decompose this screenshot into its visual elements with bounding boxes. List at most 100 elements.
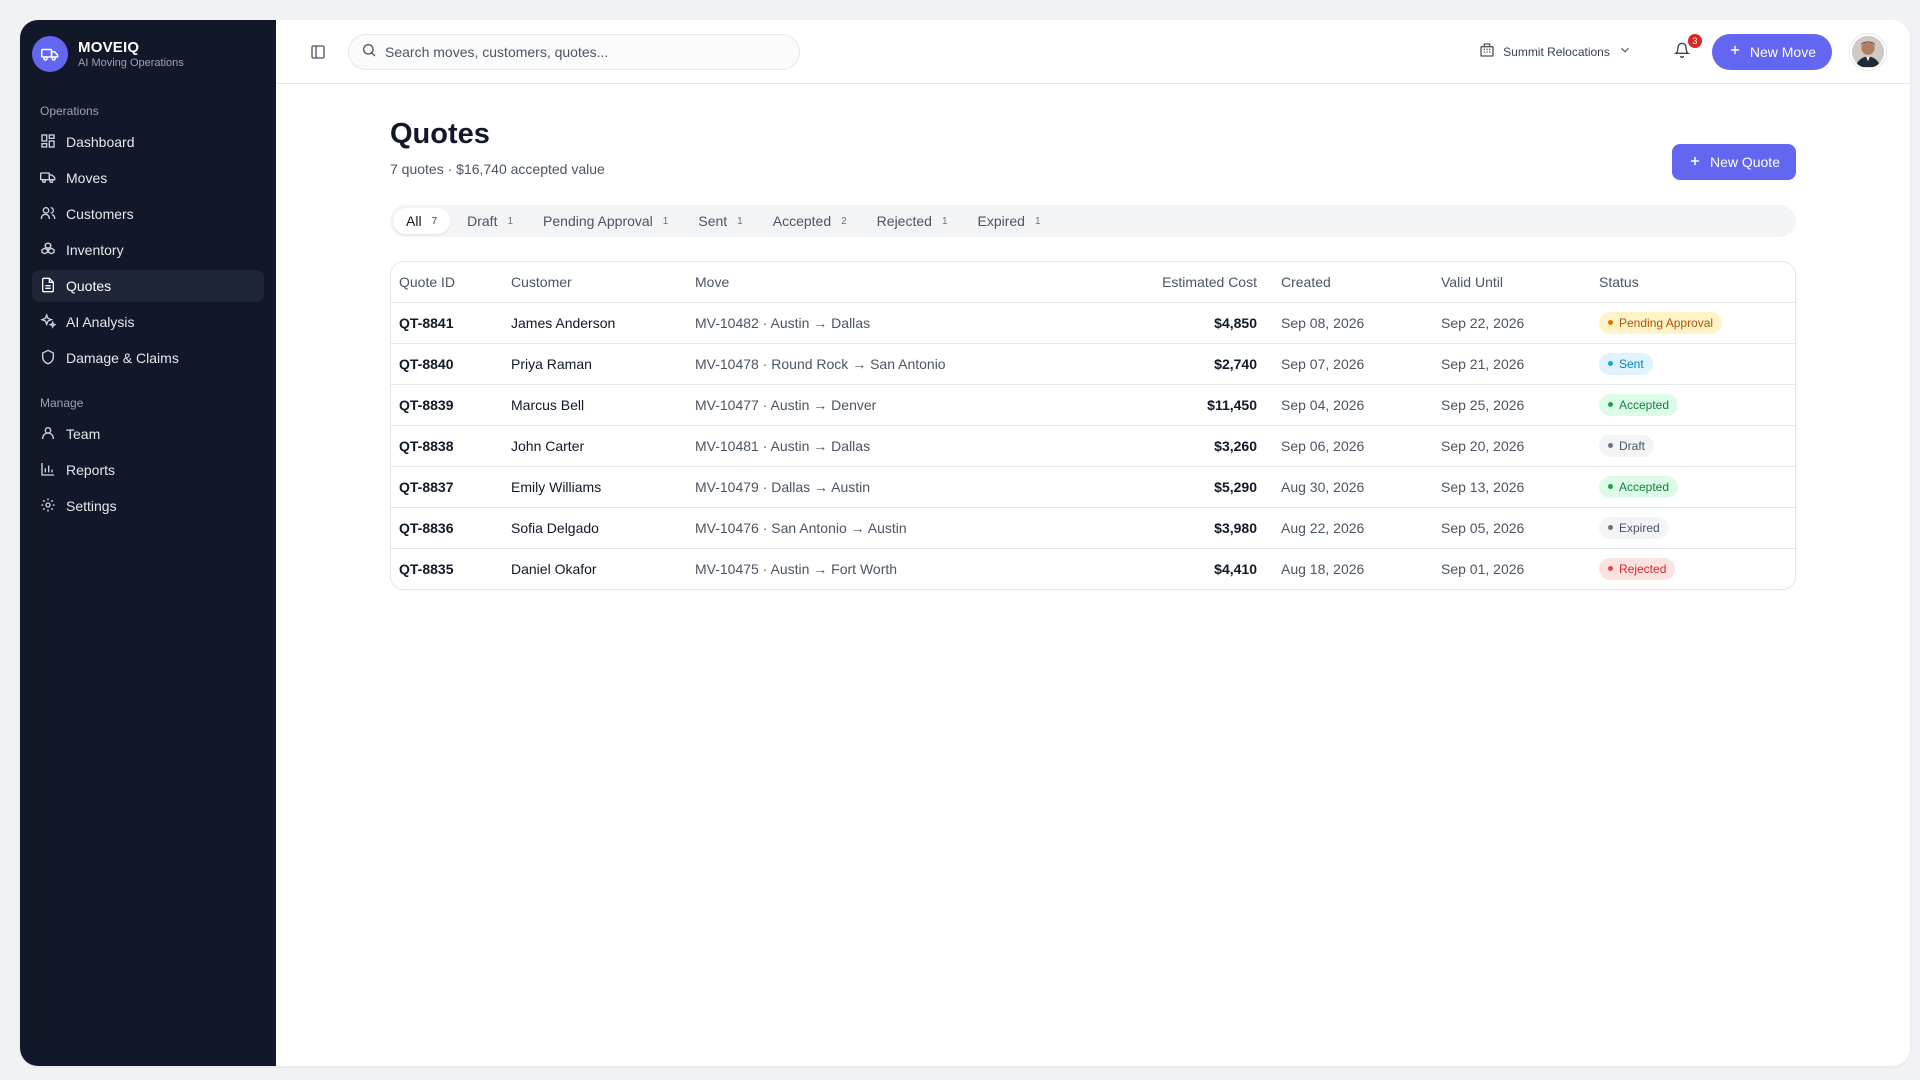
status-dot-icon (1608, 525, 1613, 530)
quote-id[interactable]: QT-8840 (391, 343, 503, 385)
quote-id[interactable]: QT-8837 (391, 466, 503, 508)
table-row[interactable]: QT-8837 Emily Williams MV-10479 · Dallas… (391, 466, 1795, 508)
status-cell: Draft (1591, 425, 1795, 467)
quotes-table-card: Quote ID Customer Move Estimated Cost Cr… (390, 261, 1796, 590)
sidebar-item-label: Inventory (66, 242, 124, 258)
tab-draft[interactable]: Draft 1 (454, 208, 526, 234)
created-date: Sep 08, 2026 (1273, 302, 1433, 344)
sidebar-item-damage-claims[interactable]: Damage & Claims (32, 342, 264, 374)
sidebar-item-reports[interactable]: Reports (32, 454, 264, 486)
sidebar-item-label: Customers (66, 206, 134, 222)
column-header-created[interactable]: Created (1273, 262, 1433, 303)
notifications-button[interactable]: 3 (1670, 33, 1702, 64)
move-route: MV-10479 · Dallas → Austin (687, 466, 1143, 508)
valid-until-date: Sep 21, 2026 (1433, 343, 1591, 385)
tab-pending-approval[interactable]: Pending Approval 1 (530, 208, 681, 234)
sidebar-toggle-icon[interactable] (306, 40, 330, 64)
sidebar-item-moves[interactable]: Moves (32, 162, 264, 194)
sidebar-item-label: AI Analysis (66, 314, 135, 330)
boxes-icon (40, 241, 56, 260)
quote-id[interactable]: QT-8841 (391, 302, 503, 344)
customer-name: Priya Raman (503, 343, 687, 385)
nav-section-operations: Operations (40, 104, 99, 118)
sidebar-item-ai-analysis[interactable]: AI Analysis (32, 306, 264, 338)
column-header-quote-id[interactable]: Quote ID (391, 262, 503, 303)
table-row[interactable]: QT-8841 James Anderson MV-10482 · Austin… (391, 302, 1795, 344)
shield-icon (40, 349, 56, 368)
tab-count: 7 (431, 215, 438, 227)
bar-chart-icon (40, 461, 56, 480)
customer-name: James Anderson (503, 302, 687, 344)
status-cell: Accepted (1591, 384, 1795, 426)
page-subtitle: 7 quotes · $16,740 accepted value (390, 161, 605, 177)
estimated-cost: $5,290 (1143, 466, 1273, 508)
table-row[interactable]: QT-8835 Daniel Okafor MV-10475 · Austin … (391, 548, 1795, 589)
move-route: MV-10482 · Austin → Dallas (687, 302, 1143, 344)
created-date: Sep 07, 2026 (1273, 343, 1433, 385)
status-dot-icon (1608, 443, 1613, 448)
column-header-status[interactable]: Status (1591, 262, 1795, 303)
main-area: Summit Relocations 3 New Move Quotes 7 q… (276, 20, 1910, 1066)
tab-expired[interactable]: Expired 1 (965, 208, 1054, 234)
sparkles-icon (40, 312, 57, 332)
sidebar-item-team[interactable]: Team (32, 418, 264, 450)
status-label: Rejected (1619, 561, 1667, 576)
valid-until-date: Sep 01, 2026 (1441, 560, 1525, 577)
tab-sent[interactable]: Sent 1 (685, 208, 755, 234)
org-name: Summit Relocations (1503, 44, 1610, 59)
status-badge: Accepted (1599, 393, 1679, 416)
table-row[interactable]: QT-8840 Priya Raman MV-10478 · Round Roc… (391, 343, 1795, 385)
column-header-estimated-cost[interactable]: Estimated Cost (1143, 262, 1273, 303)
building-icon (1479, 42, 1495, 61)
table-row[interactable]: QT-8838 John Carter MV-10481 · Austin → … (391, 425, 1795, 467)
plus-icon (1688, 154, 1702, 171)
users-icon (40, 205, 56, 224)
table-row[interactable]: QT-8839 Marcus Bell MV-10477 · Austin → … (391, 384, 1795, 426)
created-date: Aug 30, 2026 (1273, 466, 1433, 508)
tab-accepted[interactable]: Accepted 2 (760, 208, 860, 234)
created-date: Aug 22, 2026 (1273, 507, 1433, 549)
brand-subtitle: AI Moving Operations (78, 57, 184, 69)
tab-all[interactable]: All 7 (393, 208, 451, 234)
customer-name: Marcus Bell (503, 384, 687, 426)
page-title: Quotes (390, 118, 490, 150)
tab-count: 1 (662, 215, 669, 227)
search-input[interactable] (385, 43, 787, 60)
sidebar-item-settings[interactable]: Settings (32, 490, 264, 522)
status-dot-icon (1608, 361, 1613, 366)
avatar[interactable] (1850, 33, 1886, 70)
estimated-cost: $2,740 (1143, 343, 1273, 385)
sidebar-item-inventory[interactable]: Inventory (32, 234, 264, 266)
quote-id[interactable]: QT-8838 (391, 425, 503, 467)
status-dot-icon (1608, 484, 1613, 489)
created-date: Sep 06, 2026 (1273, 425, 1433, 467)
valid-until-date: Sep 22, 2026 (1433, 302, 1591, 344)
status-label: Pending Approval (1619, 315, 1714, 330)
brand[interactable]: MOVEIQ AI Moving Operations (32, 34, 264, 74)
quote-id[interactable]: QT-8835 (391, 548, 503, 589)
status-label: Sent (1619, 356, 1644, 371)
column-header-customer[interactable]: Customer (503, 262, 687, 303)
nav-section-manage: Manage (40, 396, 84, 410)
column-header-valid-until[interactable]: Valid Until (1433, 262, 1591, 303)
quote-id[interactable]: QT-8839 (391, 384, 503, 426)
quote-id[interactable]: QT-8836 (391, 507, 503, 549)
new-move-button[interactable]: New Move (1711, 33, 1832, 70)
move-route: MV-10477 · Austin → Denver (687, 384, 1143, 426)
estimated-cost: $4,850 (1143, 302, 1273, 344)
sidebar-item-quotes[interactable]: Quotes (32, 270, 264, 302)
new-quote-button[interactable]: New Quote (1671, 144, 1796, 180)
document-icon (40, 277, 56, 296)
status-label: Accepted (1619, 479, 1670, 494)
gear-icon (40, 497, 56, 516)
valid-until-date: Sep 25, 2026 (1433, 384, 1591, 426)
org-switcher[interactable]: Summit Relocations (1479, 42, 1632, 61)
estimated-cost: $4,410 (1214, 560, 1257, 577)
column-header-move[interactable]: Move (687, 262, 1143, 303)
sidebar-item-customers[interactable]: Customers (32, 198, 264, 230)
tab-rejected[interactable]: Rejected 1 (864, 208, 961, 234)
tab-label: Pending Approval (543, 213, 653, 229)
sidebar-item-dashboard[interactable]: Dashboard (32, 126, 264, 158)
table-row[interactable]: QT-8836 Sofia Delgado MV-10476 · San Ant… (391, 507, 1795, 549)
search-bar[interactable] (348, 33, 800, 70)
